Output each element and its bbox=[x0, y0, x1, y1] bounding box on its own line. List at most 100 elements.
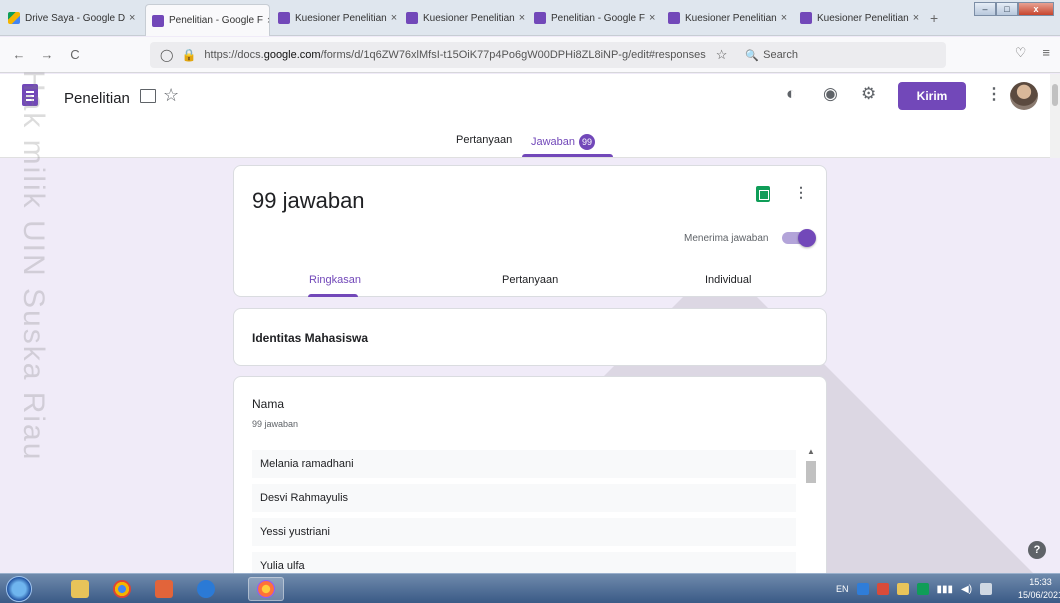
google-sheets-icon[interactable] bbox=[756, 186, 770, 202]
tab-label: Penelitian - Google F bbox=[551, 12, 645, 24]
tray-app-icon[interactable] bbox=[876, 583, 889, 595]
close-tab-icon[interactable]: × bbox=[129, 12, 135, 24]
browser-tab-strip: Drive Saya - Google D × Penelitian - Goo… bbox=[0, 0, 1060, 36]
close-tab-icon[interactable]: × bbox=[781, 12, 787, 24]
form-tabs: Pertanyaan Jawaban 99 bbox=[0, 132, 1060, 158]
search-icon: 🔍 bbox=[745, 49, 760, 62]
minimize-button[interactable]: – bbox=[974, 2, 996, 16]
menu-icon[interactable]: ≡ bbox=[1042, 45, 1050, 61]
tab-label: Kuesioner Penelitian bbox=[817, 12, 909, 24]
browser-tab-penelitian[interactable]: Penelitian - Google F × bbox=[528, 8, 658, 28]
list-item: Melania ramadhani bbox=[252, 450, 796, 478]
close-tab-icon[interactable]: × bbox=[649, 12, 655, 24]
language-indicator[interactable]: EN bbox=[836, 584, 849, 594]
form-title[interactable]: Penelitian bbox=[64, 90, 130, 107]
browser-tab-kuesioner[interactable]: Kuesioner Penelitian × bbox=[794, 8, 924, 28]
tab-label: Penelitian - Google F bbox=[169, 15, 263, 26]
tab-label: Kuesioner Penelitian bbox=[423, 12, 515, 24]
tab-label: Kuesioner Penelitian bbox=[685, 12, 777, 24]
browser-tab-kuesioner[interactable]: Kuesioner Penelitian × bbox=[662, 8, 790, 28]
new-tab-button[interactable]: + bbox=[930, 10, 938, 26]
question-title: Nama bbox=[252, 397, 285, 411]
scroll-up-icon[interactable]: ▲ bbox=[807, 447, 815, 456]
forms-icon bbox=[668, 12, 680, 24]
reload-icon[interactable]: C bbox=[66, 47, 84, 62]
close-tab-icon[interactable]: × bbox=[391, 12, 397, 24]
chrome-icon[interactable] bbox=[104, 577, 140, 601]
battery-icon[interactable] bbox=[980, 583, 993, 595]
help-icon[interactable]: ? bbox=[1028, 541, 1046, 559]
shield-icon: ◯ bbox=[160, 48, 174, 62]
google-drive-tray-icon[interactable] bbox=[916, 583, 929, 595]
section-card: Identitas Mahasiswa bbox=[233, 308, 827, 366]
tab-responses-label: Jawaban bbox=[531, 135, 576, 148]
browser-toolbar: ← → C ◯ 🔒 https://docs.google.com/forms/… bbox=[0, 37, 1060, 73]
volume-icon[interactable]: ◀) bbox=[961, 584, 972, 595]
tab-responses[interactable]: Jawaban 99 bbox=[531, 134, 596, 150]
file-explorer-icon[interactable] bbox=[62, 577, 98, 601]
subtab-questions[interactable]: Pertanyaan bbox=[502, 274, 558, 286]
system-tray: EN ▮▮▮ ◀) bbox=[836, 574, 993, 603]
browser-tab-kuesioner[interactable]: Kuesioner Penelitian × bbox=[272, 8, 397, 28]
answers-list: Melania ramadhani Desvi Rahmayulis Yessi… bbox=[252, 450, 796, 586]
subtab-summary[interactable]: Ringkasan bbox=[309, 274, 361, 286]
folder-icon[interactable] bbox=[140, 89, 156, 103]
forms-icon bbox=[800, 12, 812, 24]
subtab-individual[interactable]: Individual bbox=[705, 274, 751, 286]
internet-explorer-icon[interactable] bbox=[188, 577, 224, 601]
list-item: Desvi Rahmayulis bbox=[252, 484, 796, 512]
watermark-text: Hak milik UIN Suska Riau bbox=[17, 70, 50, 462]
forms-icon bbox=[534, 12, 546, 24]
search-label[interactable]: Search bbox=[763, 49, 798, 61]
signal-icon[interactable]: ▮▮▮ bbox=[937, 584, 954, 595]
window-close-button[interactable]: x bbox=[1018, 2, 1054, 16]
start-button[interactable] bbox=[6, 576, 32, 602]
bookmark-star-icon[interactable]: ☆ bbox=[716, 47, 728, 63]
tray-tool-icon[interactable] bbox=[896, 583, 909, 595]
media-player-icon[interactable] bbox=[146, 577, 182, 601]
scroll-thumb[interactable] bbox=[806, 461, 816, 483]
preview-eye-icon[interactable]: ◉ bbox=[823, 84, 838, 104]
address-bar[interactable]: ◯ 🔒 https://docs.google.com/forms/d/1q6Z… bbox=[150, 42, 946, 68]
accepting-responses-label: Menerima jawaban bbox=[684, 233, 769, 244]
question-response-count: 99 jawaban bbox=[252, 419, 299, 429]
close-tab-icon[interactable]: × bbox=[913, 12, 919, 24]
send-button[interactable]: Kirim bbox=[898, 82, 966, 110]
firefox-icon[interactable] bbox=[248, 577, 284, 601]
star-icon[interactable]: ☆ bbox=[163, 85, 179, 106]
active-tab-indicator bbox=[522, 154, 613, 157]
more-options-icon[interactable]: ⋮ bbox=[794, 184, 808, 201]
section-title: Identitas Mahasiswa bbox=[252, 331, 369, 345]
list-item: Yessi yustriani bbox=[252, 518, 796, 546]
taskbar-clock[interactable]: 15:33 15/06/2021 bbox=[1018, 576, 1060, 602]
palette-icon[interactable]: ◐ bbox=[786, 84, 796, 104]
forms-header: Penelitian ☆ ◐ ◉ ⚙ Kirim ⋮ Pertanyaan Ja… bbox=[0, 74, 1060, 158]
window-controls: – □ x bbox=[974, 2, 1054, 16]
avatar[interactable] bbox=[1010, 82, 1038, 110]
maximize-button[interactable]: □ bbox=[996, 2, 1018, 16]
close-tab-icon[interactable]: × bbox=[267, 15, 269, 27]
browser-tab-drive[interactable]: Drive Saya - Google D × bbox=[2, 8, 142, 28]
network-flag-icon[interactable] bbox=[856, 583, 869, 595]
tab-questions[interactable]: Pertanyaan bbox=[456, 134, 512, 146]
active-subtab-indicator bbox=[308, 294, 358, 297]
url-text[interactable]: https://docs.google.com/forms/d/1q6ZW76x… bbox=[204, 49, 705, 61]
back-icon[interactable]: ← bbox=[10, 47, 28, 62]
browser-tab-penelitian-active[interactable]: Penelitian - Google F × bbox=[145, 4, 270, 36]
question-card: Nama 99 jawaban Melania ramadhani Desvi … bbox=[233, 376, 827, 603]
accepting-responses-toggle[interactable] bbox=[782, 229, 816, 247]
close-tab-icon[interactable]: × bbox=[519, 12, 525, 24]
responses-summary-card: 99 jawaban ⋮ Menerima jawaban Ringkasan … bbox=[233, 165, 827, 297]
tab-label: Drive Saya - Google D bbox=[25, 12, 126, 24]
drive-icon bbox=[8, 12, 20, 24]
lock-icon: 🔒 bbox=[181, 48, 197, 62]
pocket-icon[interactable]: ♡ bbox=[1015, 45, 1027, 61]
more-options-icon[interactable]: ⋮ bbox=[986, 84, 1002, 104]
forms-icon bbox=[278, 12, 290, 24]
forward-icon[interactable]: → bbox=[38, 47, 56, 62]
browser-tab-kuesioner[interactable]: Kuesioner Penelitian × bbox=[400, 8, 525, 28]
settings-gear-icon[interactable]: ⚙ bbox=[861, 84, 876, 104]
responses-count-title: 99 jawaban bbox=[252, 188, 365, 213]
forms-icon bbox=[152, 14, 164, 27]
clock-time: 15:33 bbox=[1029, 577, 1052, 587]
